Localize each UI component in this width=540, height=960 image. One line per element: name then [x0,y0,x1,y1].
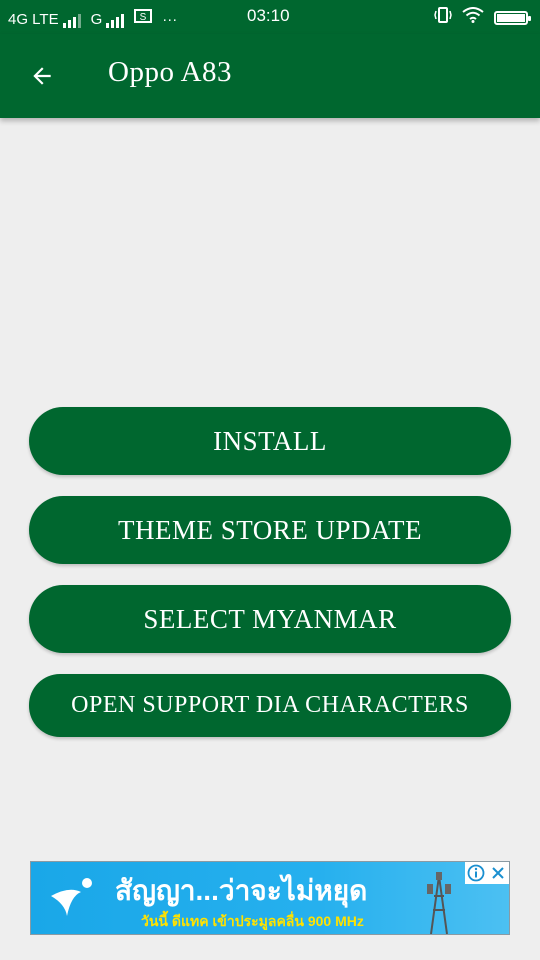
network-type-2: G [90,11,103,28]
app-bar: Oppo A83 [0,34,540,118]
open-support-dia-characters-button[interactable]: OPEN SUPPORT DIA CHARACTERS [29,674,511,737]
signal-icon-2 [106,12,125,28]
ad-banner[interactable]: สัญญา...ว่าจะไม่หยุด วันนี้ ดีแทค เข้าปร… [30,861,510,935]
more-indicator: ··· [162,11,178,28]
ad-headline: สัญญา...ว่าจะไม่หยุด [115,875,368,906]
arrow-left-icon [33,67,51,85]
battery-fill [497,13,525,22]
vibrate-icon [434,7,452,28]
status-time: 03:10 [247,6,290,25]
select-myanmar-button[interactable]: SELECT MYANMAR [29,585,511,653]
install-button[interactable]: INSTALL [29,407,511,475]
svg-text:S: S [140,12,147,23]
battery-icon [494,10,531,25]
dtac-logo-icon [47,876,95,925]
signal-icon [62,12,81,28]
wifi-icon [462,7,484,28]
page-title: Oppo A83 [108,56,233,88]
ad-controls [465,862,509,884]
info-icon[interactable] [465,862,487,884]
ad-subline: วันนี้ ดีแทค เข้าประมูลคลื่น 900 MHz [141,913,364,929]
status-left: 4G LTE G S ··· [8,8,177,28]
status-bar: 4G LTE G S ··· 03:10 [0,0,540,34]
network-type-1: 4G LTE [8,11,59,28]
cell-tower-icon [419,870,459,934]
back-button[interactable] [22,56,62,96]
screenshot-icon: S [134,8,153,28]
status-right [434,7,531,28]
theme-store-update-button[interactable]: THEME STORE UPDATE [29,496,511,564]
close-icon[interactable] [487,862,509,884]
